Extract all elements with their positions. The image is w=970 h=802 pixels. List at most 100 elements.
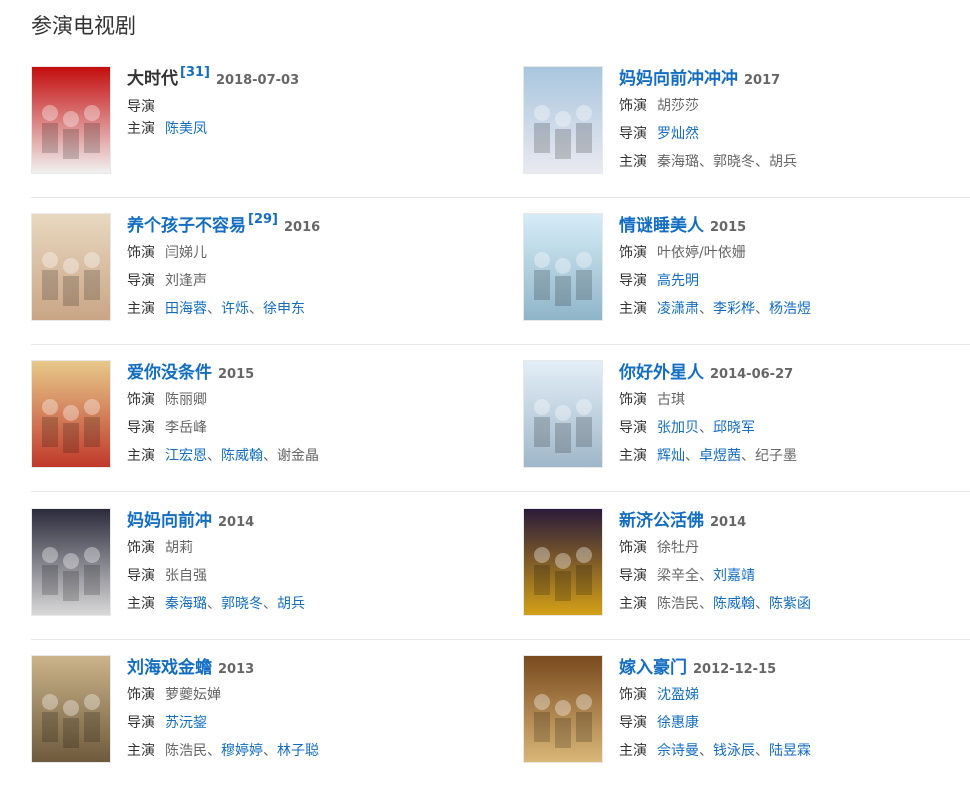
- cast-field-name[interactable]: 陆昱霖: [769, 743, 811, 759]
- drama-poster[interactable]: [31, 66, 111, 174]
- drama-date: 2016: [283, 220, 321, 235]
- drama-title[interactable]: 新济公活佛: [619, 511, 704, 531]
- director-field-name[interactable]: 罗灿然: [657, 126, 699, 142]
- drama-title[interactable]: 爱你没条件: [127, 363, 212, 383]
- cast-field-name[interactable]: 陈威翰: [713, 596, 755, 612]
- drama-title[interactable]: 养个孩子不容易: [127, 216, 246, 236]
- drama-poster[interactable]: [31, 655, 111, 763]
- drama-info: 妈妈向前冲冲冲 2017 饰演 胡莎莎 导演 罗灿然 主演 秦海璐、郭晓冬、胡兵: [619, 66, 970, 176]
- cast-field-name[interactable]: 徐申东: [263, 301, 305, 317]
- drama-item: 爱你没条件 2015 饰演 陈丽卿 导演 李岳峰 主演 江宏恩、陈威翰、谢金晶: [31, 360, 491, 490]
- drama-row: 爱你没条件 2015 饰演 陈丽卿 导演 李岳峰 主演 江宏恩、陈威翰、谢金晶 你好外星人 201…: [31, 360, 970, 507]
- drama-poster[interactable]: [523, 655, 603, 763]
- separator: 、: [699, 301, 713, 317]
- drama-poster[interactable]: [523, 213, 603, 321]
- cast-field-name[interactable]: 穆婷婷: [221, 743, 263, 759]
- director-field: 导演 徐惠康: [619, 709, 970, 737]
- cast-field-name[interactable]: 李彩桦: [713, 301, 755, 317]
- separator: 、: [263, 596, 277, 612]
- reference-link[interactable]: [31]: [180, 65, 210, 80]
- director-field-name: 李岳峰: [165, 420, 207, 436]
- director-field-name[interactable]: 徐惠康: [657, 715, 699, 731]
- drama-title[interactable]: 嫁入豪门: [619, 658, 687, 678]
- cast-field-name[interactable]: 陈威翰: [221, 448, 263, 464]
- drama-poster[interactable]: [523, 360, 603, 468]
- drama-item: 妈妈向前冲 2014 饰演 胡莉 导演 张自强 主演 秦海璐、郭晓冬、胡兵: [31, 508, 491, 638]
- role-field-label: 饰演: [127, 687, 155, 703]
- drama-title[interactable]: 情谜睡美人: [619, 216, 704, 236]
- cast-field-name[interactable]: 佘诗曼: [657, 743, 699, 759]
- poster-image: [32, 509, 110, 615]
- drama-poster[interactable]: [523, 66, 603, 174]
- cast-field-name[interactable]: 钱泳辰: [713, 743, 755, 759]
- cast-field-label: 主演: [619, 301, 647, 317]
- cast-field-name[interactable]: 胡兵: [277, 596, 305, 612]
- separator: 、: [207, 448, 221, 464]
- role-field-name[interactable]: 沈盈娣: [657, 687, 699, 703]
- drama-title-line: 妈妈向前冲 2014: [127, 508, 487, 534]
- drama-title-line: 你好外星人 2014-06-27: [619, 360, 970, 386]
- drama-title[interactable]: 妈妈向前冲: [127, 511, 212, 531]
- drama-title[interactable]: 你好外星人: [619, 363, 704, 383]
- director-field-label: 导演: [127, 99, 155, 115]
- separator: 、: [699, 568, 713, 584]
- director-field-name[interactable]: 张加贝: [657, 420, 699, 436]
- drama-item: 妈妈向前冲冲冲 2017 饰演 胡莎莎 导演 罗灿然 主演 秦海璐、郭晓冬、胡兵: [523, 66, 970, 196]
- reference-link[interactable]: [29]: [248, 212, 278, 227]
- drama-info: 新济公活佛 2014 饰演 徐牡丹 导演 梁辛全、刘嘉靖 主演 陈浩民、陈威翰、陈紫函: [619, 508, 970, 618]
- cast-field-name[interactable]: 许烁: [221, 301, 249, 317]
- separator: 、: [207, 743, 221, 759]
- role-field: 饰演 胡莎莎: [619, 92, 970, 120]
- role-field-label: 饰演: [127, 392, 155, 408]
- role-field-label: 饰演: [619, 687, 647, 703]
- drama-title[interactable]: 刘海戏金蟾: [127, 658, 212, 678]
- drama-date: 2013: [218, 662, 255, 677]
- poster-image: [32, 361, 110, 467]
- cast-field-name[interactable]: 秦海璐: [165, 596, 207, 612]
- role-field: 饰演 胡莉: [127, 534, 487, 562]
- role-field-name: 古琪: [657, 392, 685, 408]
- drama-title-line: 嫁入豪门 2012-12-15: [619, 655, 970, 681]
- cast-field-name[interactable]: 郭晓冬: [221, 596, 263, 612]
- cast-field-name[interactable]: 杨浩煜: [769, 301, 811, 317]
- role-field-name: 徐牡丹: [657, 540, 699, 556]
- drama-date: 2018-07-03: [215, 73, 300, 88]
- drama-title[interactable]: 大时代: [127, 69, 178, 89]
- drama-item: 嫁入豪门 2012-12-15 饰演 沈盈娣 导演 徐惠康 主演 佘诗曼、钱泳辰、陆昱霖: [523, 655, 970, 785]
- cast-field-name[interactable]: 辉灿: [657, 448, 685, 464]
- drama-poster[interactable]: [31, 360, 111, 468]
- separator: 、: [755, 596, 769, 612]
- director-field-name[interactable]: 刘嘉靖: [713, 568, 755, 584]
- cast-field-name[interactable]: 林子聪: [277, 743, 319, 759]
- drama-item: 情谜睡美人 2015 饰演 叶依婷/叶依姗 导演 高先明 主演 凌潇肃、李彩桦、杨浩煜: [523, 213, 970, 343]
- director-field-name[interactable]: 邱晓军: [713, 420, 755, 436]
- poster-image: [524, 656, 602, 762]
- separator: 、: [755, 154, 769, 170]
- cast-field: 主演 陈浩民、穆婷婷、林子聪: [127, 737, 487, 765]
- role-field-label: 饰演: [127, 540, 155, 556]
- cast-field-name[interactable]: 凌潇肃: [657, 301, 699, 317]
- director-field-label: 导演: [619, 420, 647, 436]
- poster-image: [32, 214, 110, 320]
- drama-poster[interactable]: [31, 213, 111, 321]
- cast-field-label: 主演: [619, 596, 647, 612]
- separator: 、: [741, 448, 755, 464]
- director-field-name[interactable]: 高先明: [657, 273, 699, 289]
- director-field-label: 导演: [127, 420, 155, 436]
- drama-row: 大时代 [31]2018-07-03 导演 主演 陈美凤 妈妈向前冲冲冲 2017 饰演 胡莎莎…: [31, 65, 970, 213]
- drama-info: 你好外星人 2014-06-27 饰演 古琪 导演 张加贝、邱晓军 主演 辉灿、卓煜茜、纪子墨: [619, 360, 970, 470]
- drama-poster[interactable]: [523, 508, 603, 616]
- cast-field-name[interactable]: 陈美凤: [165, 121, 207, 137]
- drama-poster[interactable]: [31, 508, 111, 616]
- cast-field-name[interactable]: 卓煜茜: [699, 448, 741, 464]
- drama-date: 2012-12-15: [693, 662, 777, 677]
- cast-field-name[interactable]: 陈紫函: [769, 596, 811, 612]
- director-field-name[interactable]: 苏沅鋆: [165, 715, 207, 731]
- drama-row: 妈妈向前冲 2014 饰演 胡莉 导演 张自强 主演 秦海璐、郭晓冬、胡兵 新济公活佛 2014 饰…: [31, 508, 970, 655]
- poster-image: [32, 656, 110, 762]
- cast-field: 主演 凌潇肃、李彩桦、杨浩煜: [619, 295, 970, 323]
- cast-field-name[interactable]: 田海蓉: [165, 301, 207, 317]
- cast-field: 主演 秦海璐、郭晓冬、胡兵: [619, 148, 970, 176]
- drama-title[interactable]: 妈妈向前冲冲冲: [619, 69, 738, 89]
- cast-field-name[interactable]: 江宏恩: [165, 448, 207, 464]
